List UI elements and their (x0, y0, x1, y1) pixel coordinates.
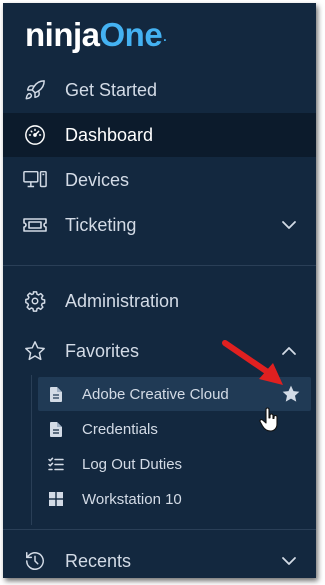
document-icon (48, 421, 64, 437)
nav-dashboard[interactable]: Dashboard (3, 113, 316, 157)
hand-cursor-icon (259, 407, 278, 432)
star-outline-icon (23, 339, 47, 363)
nav-label: Get Started (65, 79, 158, 100)
chevron-down-icon[interactable] (280, 552, 298, 570)
chevron-down-icon[interactable] (280, 216, 298, 234)
checklist-icon (48, 456, 64, 472)
nav-devices[interactable]: Devices (3, 158, 316, 202)
nav-label: Devices (65, 169, 130, 190)
nav-label: Recents (65, 550, 132, 571)
favorite-label: Adobe Creative Cloud (82, 385, 229, 403)
nav-get-started[interactable]: Get Started (3, 68, 316, 112)
nav-ticketing[interactable]: Ticketing (3, 203, 316, 247)
gear-icon (23, 289, 47, 313)
favorite-label: Credentials (82, 420, 158, 438)
divider (3, 265, 316, 266)
sidebar: ninjaOne. Get Started Dashboard Devices … (3, 3, 316, 578)
ticket-icon (23, 213, 47, 237)
rocket-icon (23, 78, 47, 102)
history-icon (23, 549, 47, 573)
favorite-label: Log Out Duties (82, 455, 183, 473)
devices-icon (23, 168, 47, 192)
document-icon (48, 386, 64, 402)
favorite-label: Workstation 10 (82, 490, 182, 508)
favorites-list: Adobe Creative Cloud Credentials Log Out… (31, 375, 316, 525)
annotation-arrow-icon (222, 340, 283, 385)
nav-label: Administration (65, 290, 180, 311)
nav-recents[interactable]: Recents (3, 539, 316, 578)
divider (3, 529, 316, 530)
windows-icon (48, 491, 64, 507)
gauge-icon (23, 123, 47, 147)
nav-label: Dashboard (65, 124, 154, 145)
nav-label: Ticketing (65, 214, 137, 235)
favorite-item-workstation-10[interactable]: Workstation 10 (38, 482, 311, 516)
nav-label: Favorites (65, 340, 140, 361)
favorite-item-log-out-duties[interactable]: Log Out Duties (38, 447, 311, 481)
ninjaone-logo[interactable]: ninjaOne. (25, 15, 167, 55)
nav-administration[interactable]: Administration (3, 279, 316, 323)
